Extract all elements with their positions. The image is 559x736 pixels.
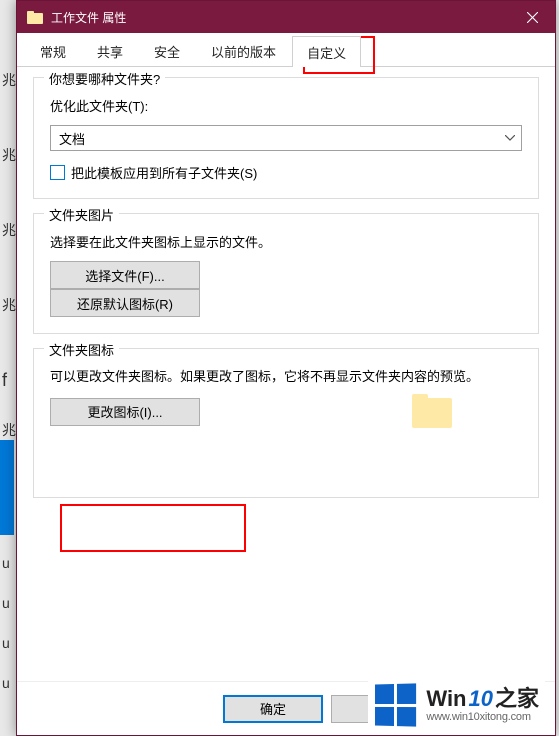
content-area: 你想要哪种文件夹? 优化此文件夹(T): 文档 把此模板应用到所有子文件夹(S)… xyxy=(17,67,555,681)
tab-sharing[interactable]: 共享 xyxy=(82,35,138,66)
ok-button[interactable]: 确定 xyxy=(223,695,323,723)
apply-template-row: 把此模板应用到所有子文件夹(S) xyxy=(50,163,522,182)
folder-preview-icon xyxy=(412,394,452,428)
group-folder-icon: 文件夹图标 可以更改文件夹图标。如果更改了图标，它将不再显示文件夹内容的预览。 … xyxy=(33,348,539,498)
tab-general[interactable]: 常规 xyxy=(25,35,81,66)
tab-customize[interactable]: 自定义 xyxy=(292,36,361,67)
apply-template-checkbox[interactable] xyxy=(50,165,65,180)
watermark-title: Win10之家 xyxy=(426,687,539,711)
windows-logo-icon xyxy=(375,683,416,726)
icon-desc: 可以更改文件夹图标。如果更改了图标，它将不再显示文件夹内容的预览。 xyxy=(50,367,522,388)
chevron-down-icon xyxy=(505,135,515,141)
picture-desc: 选择要在此文件夹图标上显示的文件。 xyxy=(50,232,522,251)
close-icon xyxy=(527,12,538,23)
folder-icon xyxy=(27,11,43,24)
close-button[interactable] xyxy=(509,1,555,33)
apply-template-label: 把此模板应用到所有子文件夹(S) xyxy=(71,163,257,182)
choose-file-button[interactable]: 选择文件(F)... xyxy=(50,261,200,289)
watermark: Win10之家 www.win10xitong.com xyxy=(368,680,545,730)
group-title-icon: 文件夹图标 xyxy=(44,340,119,359)
tab-previous-versions[interactable]: 以前的版本 xyxy=(196,35,291,66)
tab-security[interactable]: 安全 xyxy=(139,35,195,66)
group-folder-type: 你想要哪种文件夹? 优化此文件夹(T): 文档 把此模板应用到所有子文件夹(S) xyxy=(33,77,539,199)
select-value: 文档 xyxy=(59,129,85,148)
properties-dialog: 工作文件 属性 常规 共享 安全 以前的版本 自定义 你想要哪种文件夹? 优化此… xyxy=(16,0,556,736)
tab-bar: 常规 共享 安全 以前的版本 自定义 xyxy=(17,33,555,67)
titlebar[interactable]: 工作文件 属性 xyxy=(17,1,555,33)
change-icon-button[interactable]: 更改图标(I)... xyxy=(50,398,200,426)
optimize-select[interactable]: 文档 xyxy=(50,125,522,151)
group-title-picture: 文件夹图片 xyxy=(44,205,119,224)
watermark-url: www.win10xitong.com xyxy=(426,711,539,723)
window-title: 工作文件 属性 xyxy=(51,9,509,26)
group-folder-picture: 文件夹图片 选择要在此文件夹图标上显示的文件。 选择文件(F)... 还原默认图… xyxy=(33,213,539,334)
group-title-type: 你想要哪种文件夹? xyxy=(44,69,165,88)
restore-default-button[interactable]: 还原默认图标(R) xyxy=(50,289,200,317)
optimize-label: 优化此文件夹(T): xyxy=(50,96,522,115)
